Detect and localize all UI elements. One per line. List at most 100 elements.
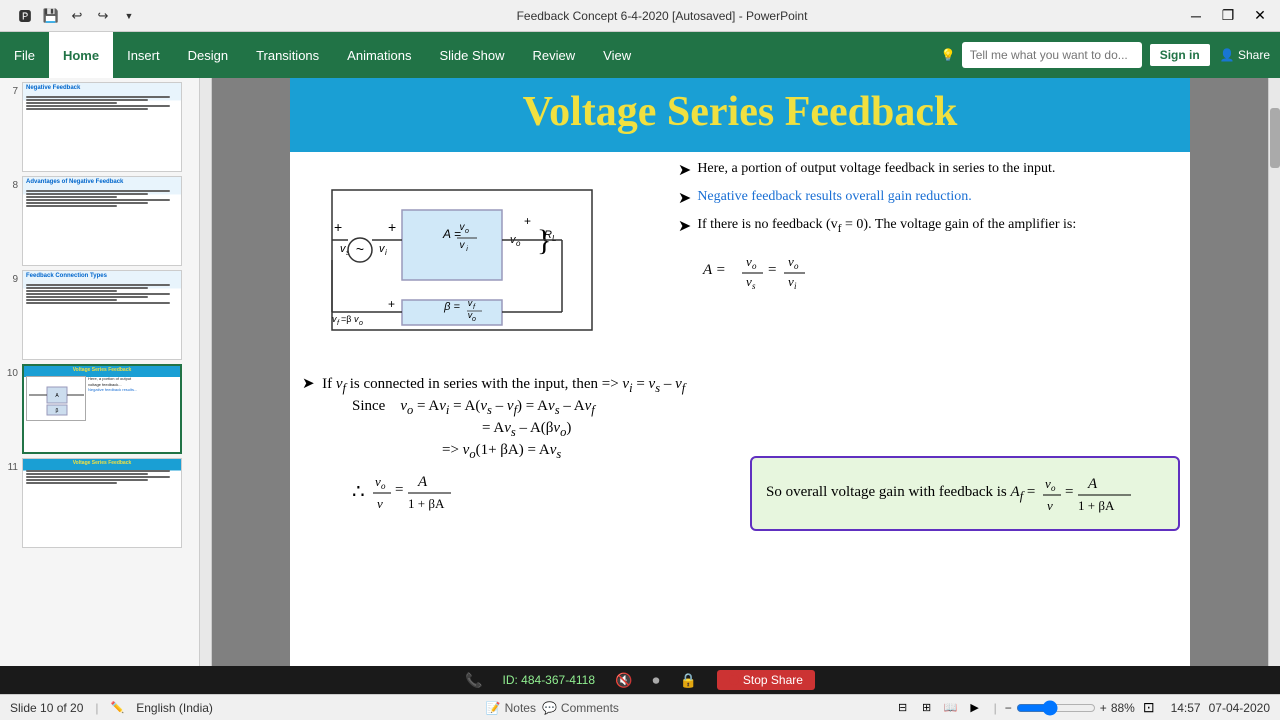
normal-view-button[interactable]: ⊟ [892,697,914,719]
tab-home[interactable]: Home [49,32,113,78]
date-display: 07-04-2020 [1209,701,1270,715]
thumb-line [26,202,148,204]
record-icon[interactable]: ⏺ [652,672,659,689]
window-title: Feedback Concept 6-4-2020 [Autosaved] - … [140,9,1184,23]
circuit-diagram: A = v o v i β = v f v o [302,160,670,364]
slide-thumb-8[interactable]: 8 Advantages of Negative Feedback [4,176,195,266]
meeting-bar: 📞 ID: 484-367-4118 🔇 ⏺ 🔒 Stop Share [0,666,1280,694]
slide-image-10: Voltage Series Feedback A β Here [22,364,182,454]
scroll-left [200,78,212,666]
slide-thumb-11[interactable]: 11 Voltage Series Feedback [4,458,195,548]
slide-sorter-button[interactable]: ⊞ [916,697,938,719]
callout-text: So overall voltage gain with feedback is… [766,484,1035,504]
comments-label: Comments [561,701,619,715]
notes-button[interactable]: 📝 Notes [486,701,536,715]
svg-text:i: i [385,248,387,257]
tab-review[interactable]: Review [519,32,590,78]
search-input[interactable] [962,42,1142,68]
tab-insert[interactable]: Insert [113,32,174,78]
thumb-line [26,108,148,110]
svg-text:s: s [752,281,756,291]
slide-lines-7 [23,93,181,113]
bullet-list: ➤ Here, a portion of output voltage feed… [670,160,1178,364]
svg-text:A: A [417,474,428,490]
svg-text:=: = [395,482,403,498]
thumb-line [26,296,148,298]
bullet-text-3: If there is no feedback (vf = 0). The vo… [697,216,1076,236]
tab-file[interactable]: File [0,32,49,78]
slide-image-8: Advantages of Negative Feedback [22,176,182,266]
tab-slide-show[interactable]: Slide Show [425,32,518,78]
tab-design[interactable]: Design [174,32,242,78]
save-button[interactable]: 💾 [40,5,62,27]
bullet-arrow-3: ➤ [678,216,691,236]
time-display: 14:57 [1171,701,1201,715]
thumb-line [26,299,117,301]
ribbon-right: Sign in 👤 Share [1150,32,1280,78]
svg-text:v: v [1047,498,1053,513]
zoom-level: 88% [1111,701,1135,715]
slide-canvas-area: Voltage Series Feedback A = v o [200,78,1280,666]
slide-canvas[interactable]: Voltage Series Feedback A = v o [290,78,1190,666]
fit-slide-button[interactable]: ⊡ [1143,699,1155,716]
svg-text:~: ~ [356,241,364,257]
bullet-2: ➤ Negative feedback results overall gain… [678,188,1178,208]
slide-title: Voltage Series Feedback [523,88,958,136]
thumb-line [26,476,170,478]
tab-animations[interactable]: Animations [333,32,425,78]
customize-quick-access-button[interactable]: ▼ [118,5,140,27]
svg-text:i: i [794,281,797,291]
bullet-text-2: Negative feedback results overall gain r… [697,188,971,206]
slide-upper-body: A = v o v i β = v f v o [290,152,1190,372]
bullet-arrow-2: ➤ [678,188,691,208]
tab-view[interactable]: View [589,32,645,78]
sign-in-button[interactable]: Sign in [1150,44,1210,66]
close-button[interactable]: ✕ [1248,4,1272,28]
comments-icon: 💬 [542,701,557,715]
formula-A: A = v o v s = v o [698,244,1178,299]
thumb-line [26,96,170,98]
stop-share-button[interactable]: Stop Share [717,670,815,690]
minimize-button[interactable]: ─ [1184,4,1208,28]
zoom-slider[interactable] [1016,700,1096,716]
thumb-line [26,284,170,286]
mic-icon[interactable]: 🔇 [615,672,632,689]
redo-button[interactable]: ↪ [92,5,114,27]
status-center: 📝 Notes 💬 Comments [486,701,619,715]
thumb-line [26,105,170,107]
view-buttons: ⊟ ⊞ 📖 ▶ [892,697,986,719]
scroll-thumb[interactable] [1270,108,1280,168]
scroll-right[interactable] [1268,78,1280,666]
zoom-in-button[interactable]: + [1100,701,1107,715]
callout-content: So overall voltage gain with feedback is… [766,466,1164,521]
svg-text:=: = [768,262,776,278]
final-formula-svg: v o v = A 1 + βA [373,464,473,519]
svg-text:f: f [337,320,340,327]
sep2: | [994,701,997,715]
ribbon: File Home Insert Design Transitions Anim… [0,32,1280,78]
tab-transitions[interactable]: Transitions [242,32,333,78]
slide-title-thumb-10: Voltage Series Feedback [24,366,180,374]
edit-icon[interactable]: ✏️ [111,701,125,714]
comments-button[interactable]: 💬 Comments [542,701,619,715]
svg-text:1 + βA: 1 + βA [1078,498,1115,513]
svg-text:A =: A = [702,262,726,278]
svg-text:β =: β = [443,301,460,313]
main-area: 7 Negative Feedback 8 Advantages of Nega… [0,78,1280,666]
slide-thumb-7[interactable]: 7 Negative Feedback [4,82,195,172]
reading-view-button[interactable]: 📖 [940,697,962,719]
restore-button[interactable]: ❐ [1216,4,1240,28]
svg-text:=β: =β [341,314,351,324]
share-button[interactable]: 👤 Share [1220,48,1270,62]
bottom-line-1: ➤ If vf is connected in series with the … [302,374,1178,396]
slide-lines-8 [23,187,181,210]
slideshow-button[interactable]: ▶ [964,697,986,719]
thumb-line [26,287,148,289]
title-bar: 🅿 💾 ↩ ↪ ▼ Feedback Concept 6-4-2020 [Aut… [0,0,1280,32]
slide-thumb-9[interactable]: 9 Feedback Connection Types [4,270,195,360]
slide-thumb-10[interactable]: 10 Voltage Series Feedback A β [4,364,195,454]
svg-text:v: v [468,298,473,308]
undo-button[interactable]: ↩ [66,5,88,27]
callout-formula-svg: v o v = A 1 + βA [1043,466,1163,521]
zoom-out-button[interactable]: − [1005,701,1012,715]
